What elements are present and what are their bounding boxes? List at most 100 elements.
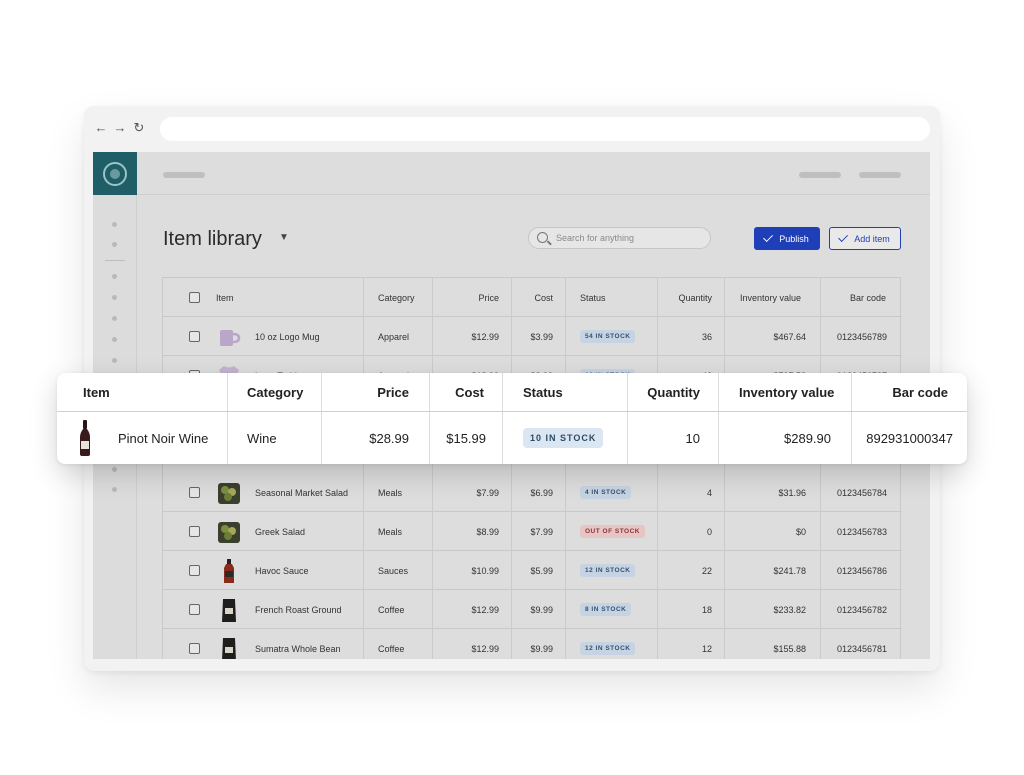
item-price: $10.99 xyxy=(471,565,499,576)
item-inventory-value: $31.96 xyxy=(778,487,806,498)
item-inventory-value: $233.82 xyxy=(773,604,806,615)
row-checkbox[interactable] xyxy=(189,526,200,537)
row-checkbox[interactable] xyxy=(189,643,200,654)
item-name[interactable]: 10 oz Logo Mug xyxy=(255,317,320,356)
rail-nav-item[interactable] xyxy=(112,467,117,472)
add-item-button[interactable]: Add item xyxy=(829,227,901,250)
page-title[interactable]: Item library xyxy=(163,228,262,251)
table-row[interactable]: Sumatra Whole Bean Coffee $12.99 $9.99 12 IN… xyxy=(163,629,902,659)
add-item-label: Add item xyxy=(854,233,890,244)
address-bar[interactable] xyxy=(160,117,930,141)
item-price: $8.99 xyxy=(476,526,499,537)
header-item[interactable]: Item xyxy=(216,278,234,317)
item-table: Item Category Price Cost Status Quantity… xyxy=(162,277,902,659)
item-category: Meals xyxy=(378,487,403,498)
card-header-quantity: Quantity xyxy=(647,385,700,400)
header-quantity[interactable]: Quantity xyxy=(657,278,712,317)
top-bar xyxy=(137,152,930,195)
item-cost: $7.99 xyxy=(530,526,553,537)
row-checkbox[interactable] xyxy=(189,487,200,498)
table-row[interactable]: Greek Salad Meals $8.99 $7.99 OUT OF STOCK 0 $… xyxy=(163,512,902,551)
item-name[interactable]: Seasonal Market Salad xyxy=(255,473,348,512)
header-bar-code[interactable]: Bar code xyxy=(850,278,886,317)
card-inventory-value: $289.90 xyxy=(784,430,831,446)
item-cost: $9.99 xyxy=(530,643,553,654)
header-category[interactable]: Category xyxy=(378,278,415,317)
brand-logo[interactable] xyxy=(93,152,137,195)
rail-nav-item[interactable] xyxy=(112,316,117,321)
item-quantity: 12 xyxy=(701,643,712,654)
coffee-bag-icon xyxy=(216,636,242,659)
mug-icon xyxy=(216,324,242,350)
rail-nav-item[interactable] xyxy=(112,274,117,279)
card-header-status: Status xyxy=(523,385,563,400)
table-row[interactable]: French Roast Ground Coffee $12.99 $9.99 8 IN… xyxy=(163,590,902,629)
item-category: Coffee xyxy=(378,604,405,615)
salad-icon xyxy=(216,480,242,506)
rail-nav-item[interactable] xyxy=(112,242,117,247)
item-quantity: 18 xyxy=(701,604,712,615)
card-header-item: Item xyxy=(83,385,110,400)
header-price[interactable]: Price xyxy=(432,278,499,317)
table-row[interactable]: Seasonal Market Salad Meals $7.99 $6.99 4 IN… xyxy=(163,473,902,512)
card-header-row: Item Category Price Cost Status Quantity… xyxy=(57,373,967,412)
rail-nav-item[interactable] xyxy=(112,295,117,300)
card-item-name: Pinot Noir Wine xyxy=(118,430,209,446)
item-quantity: 36 xyxy=(701,331,712,342)
placeholder-bar xyxy=(163,172,205,178)
search-input[interactable]: Search for anything xyxy=(528,227,711,249)
item-name[interactable]: French Roast Ground xyxy=(255,590,342,629)
status-badge: 12 IN STOCK xyxy=(580,642,636,655)
item-inventory-value: $0 xyxy=(795,526,806,537)
item-bar-code: 0123456786 xyxy=(836,565,887,576)
item-quantity: 22 xyxy=(701,565,712,576)
rail-nav-item[interactable] xyxy=(112,358,117,363)
forward-icon[interactable]: → xyxy=(113,120,127,136)
item-inventory-value: $467.64 xyxy=(773,331,806,342)
item-status-cell: 12 IN STOCK xyxy=(580,551,636,590)
item-name[interactable]: Sumatra Whole Bean xyxy=(255,629,341,659)
item-bar-code: 0123456789 xyxy=(836,331,887,342)
item-bar-code: 0123456781 xyxy=(836,643,887,654)
publish-button[interactable]: Publish xyxy=(754,227,820,250)
rail-nav-item[interactable] xyxy=(112,337,117,342)
card-header-price: Price xyxy=(377,385,409,400)
checkmark-icon xyxy=(763,232,774,243)
item-name[interactable]: Havoc Sauce xyxy=(255,551,309,590)
reload-icon[interactable]: ↻ xyxy=(132,120,146,136)
header-inventory-value[interactable]: Inventory value xyxy=(740,278,801,317)
card-category: Wine xyxy=(247,430,277,446)
card-header-inventory-value: Inventory value xyxy=(739,385,835,400)
select-all-checkbox[interactable] xyxy=(189,292,200,303)
item-quantity: 4 xyxy=(706,487,712,498)
back-icon[interactable]: ← xyxy=(94,120,108,136)
row-checkbox[interactable] xyxy=(189,565,200,576)
table-row[interactable]: 10 oz Logo Mug Apparel $12.99 $3.99 54 IN ST… xyxy=(163,317,902,356)
status-badge: 10 IN STOCK xyxy=(523,428,604,448)
placeholder-bar xyxy=(859,172,901,178)
card-header-category: Category xyxy=(247,385,304,400)
item-status-cell: 4 IN STOCK xyxy=(580,473,632,512)
status-badge: 12 IN STOCK xyxy=(580,564,636,577)
highlighted-row-card[interactable]: Item Category Price Cost Status Quantity… xyxy=(57,373,967,464)
item-cost: $3.99 xyxy=(530,331,553,342)
publish-label: Publish xyxy=(779,233,809,244)
rail-nav-item[interactable] xyxy=(112,222,117,227)
table-row[interactable]: Havoc Sauce Sauces $10.99 $5.99 12 IN STOCK 2… xyxy=(163,551,902,590)
chevron-down-icon[interactable]: ▼ xyxy=(279,232,289,243)
item-bar-code: 0123456784 xyxy=(836,487,887,498)
item-price: $12.99 xyxy=(471,643,499,654)
card-header-cost: Cost xyxy=(455,385,484,400)
card-cost: $15.99 xyxy=(446,430,486,446)
header-status[interactable]: Status xyxy=(580,278,606,317)
item-price: $7.99 xyxy=(476,487,499,498)
item-cost: $5.99 xyxy=(530,565,553,576)
row-checkbox[interactable] xyxy=(189,604,200,615)
rail-nav-item[interactable] xyxy=(112,487,117,492)
item-name[interactable]: Greek Salad xyxy=(255,512,305,551)
item-inventory-value: $241.78 xyxy=(773,565,806,576)
card-item-row[interactable]: Pinot Noir Wine Wine $28.99 $15.99 10 IN… xyxy=(57,412,967,464)
rail-divider xyxy=(105,260,125,261)
row-checkbox[interactable] xyxy=(189,331,200,342)
header-cost[interactable]: Cost xyxy=(511,278,553,317)
